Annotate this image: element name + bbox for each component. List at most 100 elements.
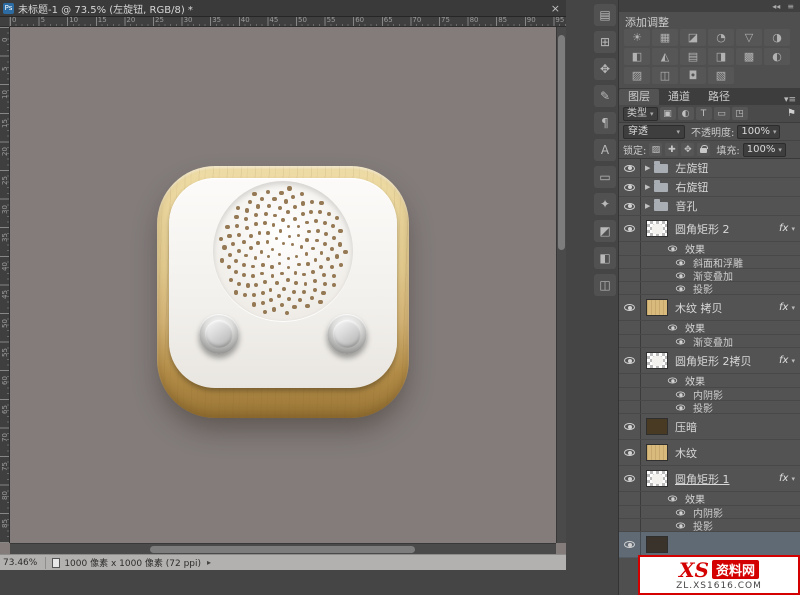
- layer-thumbnail[interactable]: [646, 470, 668, 487]
- layer-row[interactable]: 投影: [619, 401, 800, 414]
- blend-mode-dropdown[interactable]: 穿透: [623, 125, 685, 139]
- layer-thumbnail[interactable]: [646, 536, 668, 553]
- layer-row[interactable]: ▶右旋钮: [619, 178, 800, 197]
- layer-name[interactable]: 圆角矩形 1: [675, 471, 730, 487]
- exposure-icon[interactable]: ◔: [708, 29, 734, 46]
- visibility-cell[interactable]: [619, 216, 641, 241]
- gradient-map-icon[interactable]: ◘: [680, 67, 706, 84]
- tab-图层[interactable]: 图层: [619, 89, 659, 105]
- layer-row[interactable]: 圆角矩形 1 fx▾: [619, 466, 800, 492]
- visibility-cell[interactable]: [619, 178, 641, 196]
- layer-thumbnail[interactable]: [646, 444, 668, 461]
- layer-name[interactable]: 左旋钮: [675, 160, 708, 176]
- visibility-cell[interactable]: [619, 256, 641, 268]
- layer-name[interactable]: 压暗: [675, 419, 697, 435]
- layer-name[interactable]: 投影: [693, 281, 713, 296]
- fx-visibility-eye-icon[interactable]: [668, 325, 677, 331]
- layer-name[interactable]: 木纹: [675, 445, 697, 461]
- visibility-cell[interactable]: [619, 282, 641, 294]
- fx-visibility-eye-icon[interactable]: [676, 509, 685, 515]
- layer-thumbnail[interactable]: [646, 352, 668, 369]
- layer-row[interactable]: 圆角矩形 2 fx▾: [619, 216, 800, 242]
- layer-row[interactable]: 木纹 拷贝 fx▾: [619, 295, 800, 321]
- layer-name[interactable]: 音孔: [675, 198, 697, 214]
- opacity-value[interactable]: 100%: [737, 125, 780, 139]
- vertical-scrollbar[interactable]: [556, 27, 566, 543]
- visibility-cell[interactable]: [619, 414, 641, 439]
- layer-name[interactable]: 投影: [693, 400, 713, 415]
- photo-filter-icon[interactable]: ▤: [680, 48, 706, 65]
- layer-row[interactable]: ▶ 左旋钮: [619, 159, 800, 178]
- status-expand-icon[interactable]: ▸: [207, 558, 211, 567]
- visibility-eye-icon[interactable]: [624, 541, 635, 548]
- filter-shape-layers-icon[interactable]: ▭: [714, 107, 730, 120]
- fx-visibility-eye-icon[interactable]: [676, 272, 685, 278]
- canvas[interactable]: [10, 27, 556, 543]
- fx-badge-icon[interactable]: fx▾: [779, 473, 795, 484]
- invert-icon[interactable]: ◐: [764, 48, 790, 65]
- layer-name[interactable]: 投影: [693, 518, 713, 533]
- layer-name[interactable]: 木纹 拷贝: [675, 300, 723, 316]
- filter-smart-objects-icon[interactable]: ◳: [732, 107, 748, 120]
- fx-visibility-eye-icon[interactable]: [676, 338, 685, 344]
- visibility-cell[interactable]: [619, 506, 641, 518]
- v-ruler[interactable]: 0510152025303540455055606570758085: [0, 27, 10, 543]
- hue-saturation-icon[interactable]: ◑: [764, 29, 790, 46]
- navigator-panel-icon[interactable]: ▤: [594, 4, 616, 26]
- layer-row[interactable]: ▶ 音孔: [619, 197, 800, 216]
- visibility-eye-icon[interactable]: [624, 475, 635, 482]
- expand-triangle-icon[interactable]: ▶: [645, 183, 650, 191]
- document-tab-bar[interactable]: Ps 未标题-1 @ 73.5% (左旋钮, RGB/8) * ×: [0, 0, 566, 17]
- brush-panel-icon[interactable]: ✎: [594, 85, 616, 107]
- fx-badge-icon[interactable]: fx▾: [779, 302, 795, 313]
- lock-position-icon[interactable]: ✥: [681, 143, 694, 156]
- visibility-cell[interactable]: [619, 466, 641, 491]
- clone-source-panel-icon[interactable]: ◧: [594, 247, 616, 269]
- visibility-cell[interactable]: [619, 242, 641, 255]
- threshold-icon[interactable]: ◫: [652, 67, 678, 84]
- visibility-eye-icon[interactable]: [624, 225, 635, 232]
- layer-row[interactable]: 圆角矩形 2拷贝fx▾: [619, 348, 800, 374]
- fx-badge-icon[interactable]: fx▾: [779, 223, 795, 234]
- layer-row[interactable]: 木纹: [619, 440, 800, 466]
- black-white-icon[interactable]: ◭: [652, 48, 678, 65]
- layer-row[interactable]: 渐变叠加: [619, 335, 800, 348]
- layer-name[interactable]: 圆角矩形 2拷贝: [675, 353, 752, 369]
- posterize-icon[interactable]: ▨: [624, 67, 650, 84]
- visibility-cell[interactable]: [619, 197, 641, 215]
- styles-panel-icon[interactable]: ✦: [594, 193, 616, 215]
- visibility-cell[interactable]: [619, 269, 641, 281]
- visibility-eye-icon[interactable]: [624, 423, 635, 430]
- panel-menu-icon[interactable]: ≡: [787, 2, 794, 11]
- filter-pixel-layers-icon[interactable]: ▣: [660, 107, 676, 120]
- horizontal-scrollbar[interactable]: [10, 543, 556, 554]
- channel-mixer-icon[interactable]: ◨: [708, 48, 734, 65]
- layer-row[interactable]: 投影: [619, 282, 800, 295]
- fx-visibility-eye-icon[interactable]: [676, 391, 685, 397]
- layer-thumbnail[interactable]: [646, 299, 668, 316]
- fx-visibility-eye-icon[interactable]: [668, 378, 677, 384]
- fx-visibility-eye-icon[interactable]: [676, 259, 685, 265]
- visibility-eye-icon[interactable]: [624, 203, 635, 210]
- fill-value[interactable]: 100%: [743, 143, 786, 157]
- visibility-cell[interactable]: [619, 348, 641, 373]
- visibility-cell[interactable]: [619, 321, 641, 334]
- visibility-cell[interactable]: [619, 492, 641, 505]
- fx-visibility-eye-icon[interactable]: [676, 285, 685, 291]
- tab-路径[interactable]: 路径: [699, 89, 739, 105]
- visibility-eye-icon[interactable]: [624, 449, 635, 456]
- expand-triangle-icon[interactable]: ▶: [645, 164, 650, 172]
- expand-triangle-icon[interactable]: ▶: [645, 202, 650, 210]
- vertical-scroll-thumb[interactable]: [558, 35, 565, 250]
- lock-all-icon[interactable]: [697, 143, 710, 156]
- fx-visibility-eye-icon[interactable]: [668, 496, 677, 502]
- layer-name[interactable]: 圆角矩形 2: [675, 221, 730, 237]
- brightness-contrast-icon[interactable]: ☀: [624, 29, 650, 46]
- fx-visibility-eye-icon[interactable]: [668, 246, 677, 252]
- curves-icon[interactable]: ◪: [680, 29, 706, 46]
- visibility-cell[interactable]: [619, 295, 641, 320]
- layer-name[interactable]: 渐变叠加: [693, 334, 733, 349]
- properties-panel-icon[interactable]: ▭: [594, 166, 616, 188]
- 3d-panel-icon[interactable]: ◩: [594, 220, 616, 242]
- swatches-panel-icon[interactable]: ◫: [594, 274, 616, 296]
